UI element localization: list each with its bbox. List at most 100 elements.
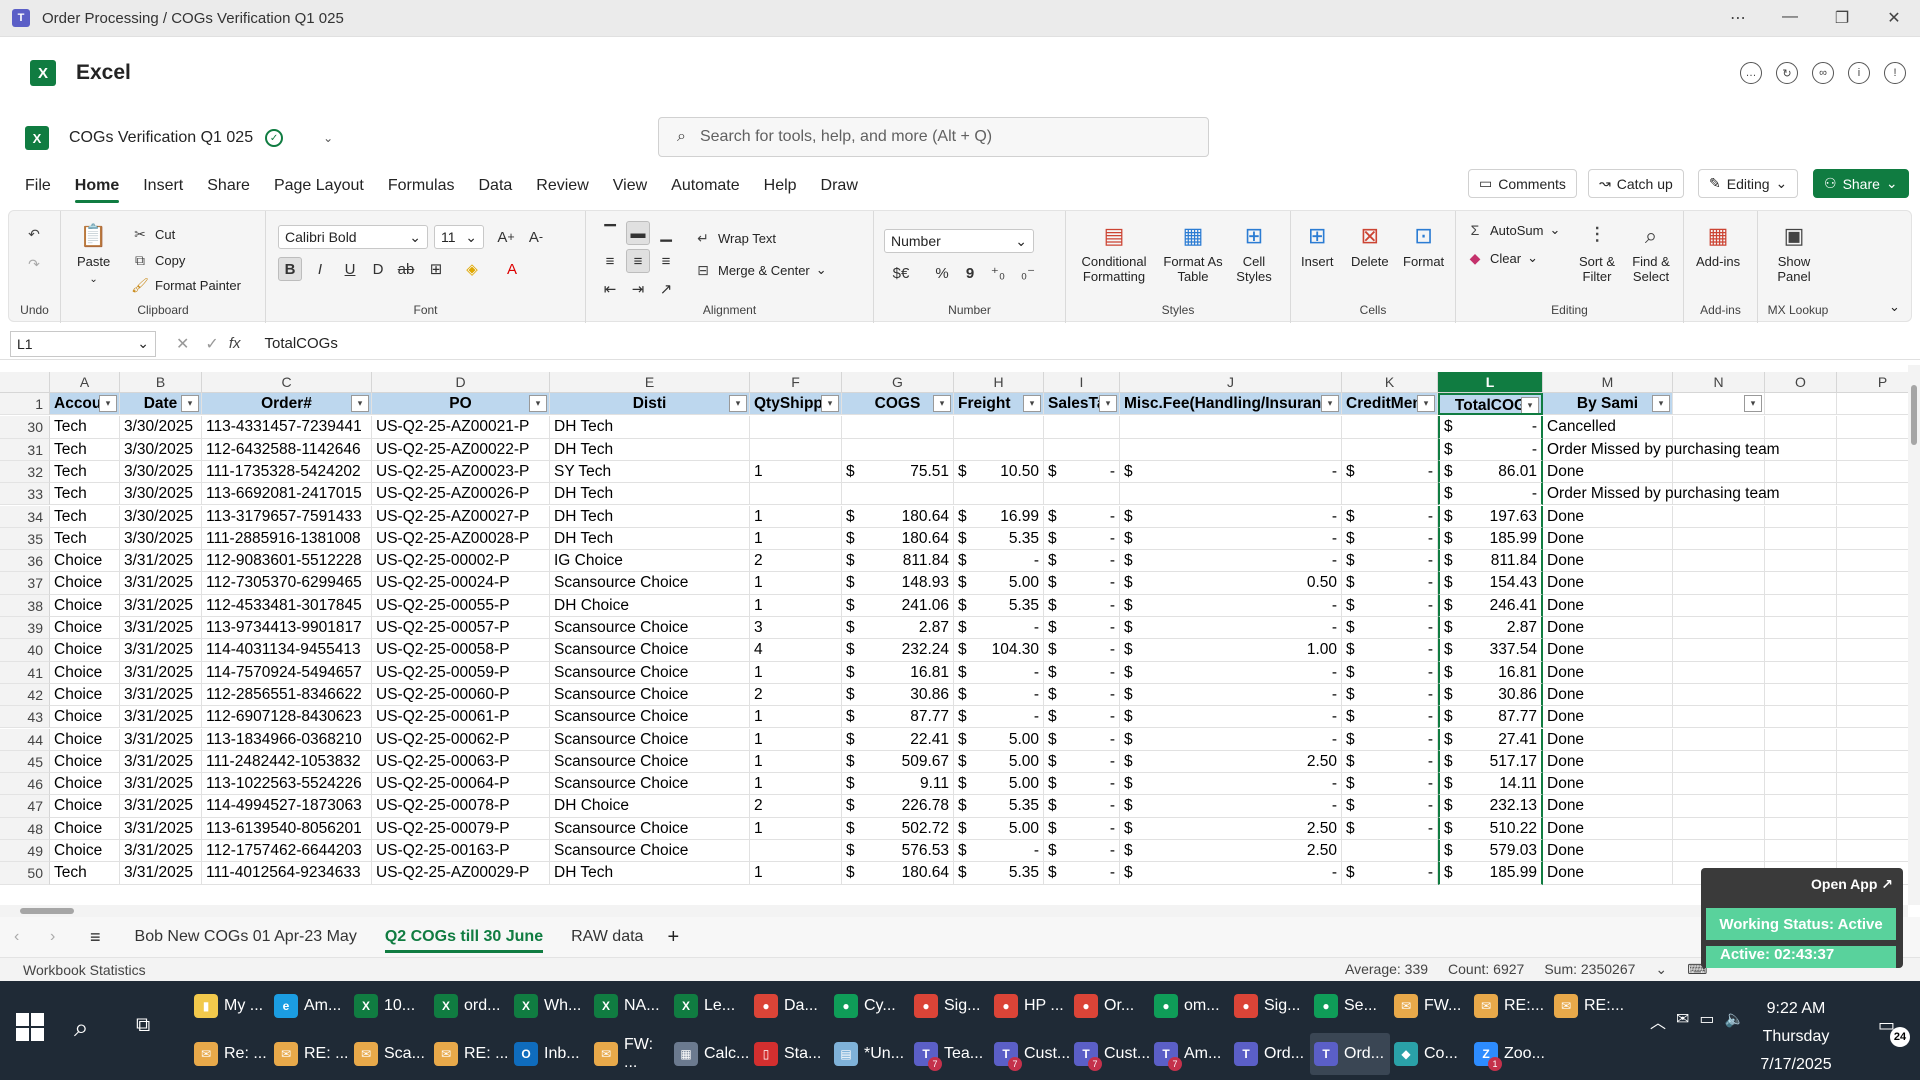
table-cell[interactable]: Scansource Choice [550, 661, 750, 684]
formula-input[interactable]: TotalCOGs [264, 335, 337, 352]
align-middle-icon[interactable]: ▬ [626, 221, 650, 245]
table-cell[interactable]: $ - [1120, 594, 1342, 617]
table-cell[interactable]: 113-6692081-2417015 [202, 483, 372, 506]
taskbar-item[interactable]: ▦ Calc... [670, 1033, 750, 1075]
table-cell[interactable]: $509.67 [842, 750, 954, 774]
table-cell[interactable] [1673, 750, 1765, 774]
taskbar-item[interactable]: ● Or... [1070, 985, 1150, 1027]
table-cell[interactable] [1765, 661, 1837, 684]
battery-icon[interactable]: ▭ [1699, 1009, 1714, 1033]
tab-insert[interactable]: Insert [131, 167, 195, 205]
open-app-button[interactable]: Open App ↗ [1811, 876, 1893, 893]
table-cell[interactable]: $87.77 [1438, 706, 1543, 729]
table-cell[interactable]: $ - [1120, 795, 1342, 818]
table-cell[interactable]: 3/31/2025 [120, 862, 202, 885]
table-cell[interactable]: IG Choice [550, 550, 750, 573]
header-cell[interactable]: SalesTa ▾ [1044, 393, 1120, 416]
column-header-c[interactable]: C [202, 372, 372, 393]
table-cell[interactable] [1765, 460, 1837, 484]
table-cell[interactable]: 113-9734413-9901817 [202, 617, 372, 640]
table-cell[interactable]: US-Q2-25-00063-P [372, 750, 550, 774]
table-cell[interactable]: US-Q2-25-00061-P [372, 706, 550, 729]
table-cell[interactable]: $16.81 [842, 661, 954, 684]
table-cell[interactable]: Scansource Choice [550, 706, 750, 729]
table-cell[interactable]: $0.50 [1120, 572, 1342, 595]
table-cell[interactable]: $ - [1044, 550, 1120, 573]
table-cell[interactable]: 112-7305370-6299465 [202, 572, 372, 595]
table-cell[interactable]: $ - [1342, 550, 1438, 573]
taskbar-item[interactable]: ✉ FW... [1390, 985, 1470, 1027]
row-header[interactable]: 33 [0, 483, 50, 506]
add-sheet-icon[interactable]: + [667, 926, 679, 949]
orientation-icon[interactable]: ↗ [654, 277, 678, 301]
table-cell[interactable] [1673, 639, 1765, 662]
table-cell[interactable] [1673, 840, 1765, 863]
table-cell[interactable]: $2.50 [1120, 817, 1342, 840]
table-cell[interactable]: $16.99 [954, 505, 1044, 528]
table-cell[interactable]: $ - [1342, 505, 1438, 528]
tab-home[interactable]: Home [63, 167, 131, 205]
table-cell[interactable] [1673, 527, 1765, 551]
column-header-n[interactable]: N [1673, 372, 1765, 393]
table-cell[interactable]: US-Q2-25-00058-P [372, 639, 550, 662]
table-cell[interactable] [1837, 684, 1908, 707]
scroll-thumb[interactable] [20, 908, 74, 914]
table-cell[interactable]: $ - [1044, 661, 1120, 684]
table-cell[interactable] [1673, 773, 1765, 796]
table-cell[interactable] [750, 840, 842, 863]
format-painter-button[interactable]: 🖌 Format Painter [131, 276, 241, 294]
table-cell[interactable] [1673, 572, 1765, 595]
table-cell[interactable] [1837, 662, 1908, 684]
table-cell[interactable]: Scansource Choice [550, 840, 750, 863]
table-cell[interactable]: 1 [750, 460, 842, 484]
taskbar-item[interactable]: T Am... 7 [1150, 1033, 1230, 1075]
row-header[interactable]: 43 [0, 706, 50, 729]
taskbar-item[interactable]: ▯ Sta... [750, 1033, 830, 1075]
delete-cells-button[interactable]: ⊠ Delete [1351, 221, 1389, 269]
table-cell[interactable]: Tech [50, 416, 120, 439]
table-cell[interactable]: $ - [1044, 840, 1120, 863]
column-header-l[interactable]: L [1438, 372, 1543, 393]
table-cell[interactable]: $ - [1120, 661, 1342, 684]
header-cell[interactable]: ▾ [1673, 393, 1765, 416]
table-cell[interactable] [1765, 416, 1837, 439]
table-cell[interactable]: 1 [750, 505, 842, 528]
column-header-e[interactable]: E [550, 372, 750, 393]
table-cell[interactable] [1765, 728, 1837, 751]
windows-start-icon[interactable] [16, 1013, 44, 1041]
column-header-h[interactable]: H [954, 372, 1044, 393]
conditional-formatting-button[interactable]: ▤ Conditional Formatting [1074, 221, 1154, 284]
redo-icon[interactable]: ↷ [25, 255, 43, 273]
table-cell[interactable]: $2.50 [1120, 750, 1342, 774]
table-cell[interactable]: Done [1543, 683, 1673, 707]
row-header[interactable]: 48 [0, 817, 50, 840]
table-cell[interactable]: $180.64 [842, 527, 954, 551]
taskbar-item[interactable]: ✉ RE: ... [430, 1033, 510, 1075]
table-cell[interactable]: Cancelled [1543, 416, 1673, 439]
tab-automate[interactable]: Automate [659, 167, 751, 205]
table-cell[interactable]: $ - [1044, 594, 1120, 617]
table-cell[interactable]: 1 [750, 728, 842, 751]
table-cell[interactable]: DH Choice [550, 795, 750, 818]
double-underline-icon[interactable]: D [366, 257, 390, 281]
table-cell[interactable]: 112-1757462-6644203 [202, 840, 372, 863]
table-cell[interactable]: Scansource Choice [550, 817, 750, 840]
taskbar-item[interactable]: ● Da... [750, 985, 830, 1027]
link-icon[interactable]: ∞ [1812, 62, 1834, 84]
header-cell[interactable]: By Sami ▾ [1543, 393, 1673, 416]
table-cell[interactable] [1342, 416, 1438, 439]
table-cell[interactable]: $30.86 [842, 683, 954, 707]
align-bottom-icon[interactable]: ▁ [654, 221, 678, 245]
table-cell[interactable] [1837, 550, 1908, 573]
cut-button[interactable]: ✂ Cut [131, 225, 175, 243]
table-cell[interactable]: $16.81 [1438, 661, 1543, 684]
taskbar-item[interactable]: ✉ RE:... [1550, 985, 1630, 1027]
table-cell[interactable]: 1 [750, 862, 842, 885]
more-options-icon[interactable]: ⋯ [1712, 8, 1764, 28]
table-cell[interactable]: DH Tech [550, 527, 750, 551]
table-cell[interactable]: $1.00 [1120, 639, 1342, 662]
underline-button[interactable]: U [338, 257, 362, 281]
table-cell[interactable]: $ - [954, 840, 1044, 863]
table-cell[interactable]: 3/31/2025 [120, 795, 202, 818]
table-cell[interactable]: 1 [750, 817, 842, 840]
